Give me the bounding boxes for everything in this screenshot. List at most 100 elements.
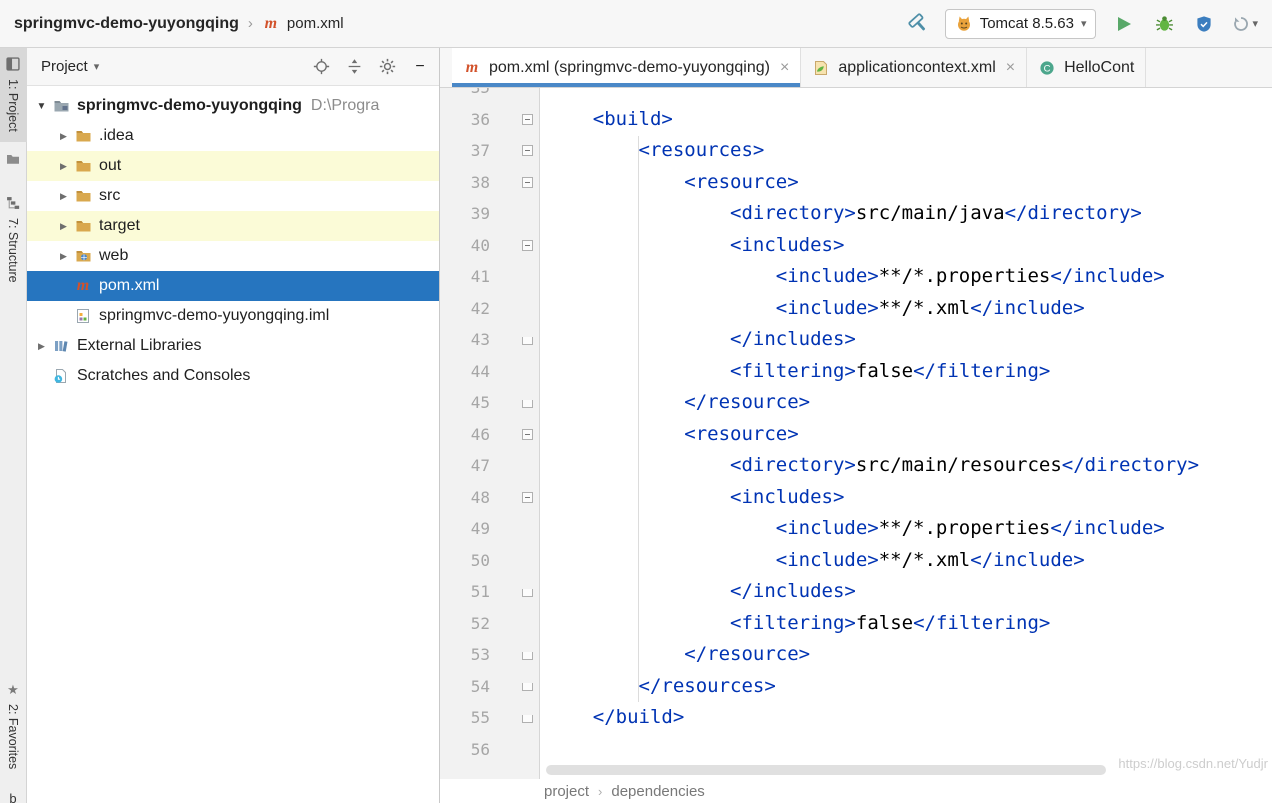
run-button[interactable] (1112, 11, 1136, 37)
tree-item-scratches-and-consoles[interactable]: Scratches and Consoles (27, 361, 439, 391)
code-line[interactable]: 55 </build> (440, 702, 1272, 734)
code-line[interactable]: 43 </includes> (440, 324, 1272, 356)
spring-icon (812, 59, 830, 77)
line-number: 42 (440, 299, 490, 318)
tree-item-target[interactable]: ▶target (27, 211, 439, 241)
tree-item-springmvc-demo-yuyongqing-iml[interactable]: springmvc-demo-yuyongqing.iml (27, 301, 439, 331)
code-editor[interactable]: 3536 <build>37 <resources>38 <resource>3… (440, 88, 1272, 779)
web-icon (73, 247, 93, 265)
code-text: </includes> (540, 324, 856, 356)
tool-tab-structure[interactable]: 7: Structure (0, 187, 27, 293)
expanded-arrow-icon[interactable]: ▼ (33, 101, 50, 112)
editor-area: mpom.xml (springmvc-demo-yuyongqing)×app… (440, 48, 1272, 803)
debug-button[interactable] (1152, 11, 1176, 37)
code-line[interactable]: 36 <build> (440, 104, 1272, 136)
line-number: 46 (440, 425, 490, 444)
fold-collapse-icon[interactable] (522, 492, 533, 503)
fold-end-icon[interactable] (522, 337, 533, 345)
editor-tab-applicationcontext-xml[interactable]: applicationcontext.xml × (801, 48, 1027, 87)
coverage-button[interactable] (1192, 11, 1216, 37)
gutter: 54 (440, 671, 540, 703)
tab-label: applicationcontext.xml (838, 59, 995, 77)
breadcrumb-project[interactable]: springmvc-demo-yuyongqing (14, 15, 239, 33)
code-line[interactable]: 48 <includes> (440, 482, 1272, 514)
code-line[interactable]: 39 <directory>src/main/java</directory> (440, 198, 1272, 230)
code-line[interactable]: 38 <resource> (440, 167, 1272, 199)
tool-button-folder-icon[interactable] (6, 152, 20, 171)
code-line[interactable]: 54 </resources> (440, 671, 1272, 703)
code-line[interactable]: 37 <resources> (440, 135, 1272, 167)
build-hammer-icon[interactable] (905, 11, 929, 37)
fold-collapse-icon[interactable] (522, 177, 533, 188)
close-icon[interactable]: × (1006, 59, 1015, 77)
collapsed-arrow-icon[interactable]: ▶ (55, 251, 72, 262)
tree-item-out[interactable]: ▶out (27, 151, 439, 181)
fold-collapse-icon[interactable] (522, 240, 533, 251)
tree-item-web[interactable]: ▶web (27, 241, 439, 271)
panel-dropdown-icon[interactable]: ▾ (94, 60, 100, 73)
code-line[interactable]: 52 <filtering>false</filtering> (440, 608, 1272, 640)
code-text: <build> (540, 104, 673, 136)
collapsed-arrow-icon[interactable]: ▶ (33, 341, 50, 352)
fold-end-icon[interactable] (522, 715, 533, 723)
project-tool-window-icon (4, 55, 22, 73)
code-text (540, 734, 547, 766)
fold-collapse-icon[interactable] (522, 114, 533, 125)
gutter: 51 (440, 576, 540, 608)
line-number: 56 (440, 740, 490, 759)
editor-tab-bar: mpom.xml (springmvc-demo-yuyongqing)×app… (440, 48, 1272, 88)
line-number: 45 (440, 393, 490, 412)
breadcrumb-dependencies[interactable]: dependencies (611, 783, 704, 800)
code-line[interactable]: 47 <directory>src/main/resources</direct… (440, 450, 1272, 482)
tree-item-external-libraries[interactable]: ▶External Libraries (27, 331, 439, 361)
gear-icon[interactable] (378, 58, 396, 76)
collapse-all-icon[interactable] (345, 58, 363, 76)
fold-end-icon[interactable] (522, 683, 533, 691)
collapsed-arrow-icon[interactable]: ▶ (55, 191, 72, 202)
tree-item-src[interactable]: ▶src (27, 181, 439, 211)
tree-item-idea[interactable]: ▶.idea (27, 121, 439, 151)
code-line[interactable]: 49 <include>**/*.properties</include> (440, 513, 1272, 545)
tree-item-springmvc-demo-yuyongqing[interactable]: ▼springmvc-demo-yuyongqingD:\Progra (27, 91, 439, 121)
collapsed-arrow-icon[interactable]: ▶ (55, 221, 72, 232)
code-text: <resource> (540, 419, 799, 451)
code-line[interactable]: 51 </includes> (440, 576, 1272, 608)
code-line[interactable]: 45 </resource> (440, 387, 1272, 419)
code-line[interactable]: 35 (440, 88, 1272, 104)
locate-file-icon[interactable] (312, 58, 330, 76)
tool-tab-favorites-label: 2: Favorites (6, 704, 20, 769)
tool-tab-favorites[interactable]: ★ 2: Favorites (0, 675, 27, 779)
code-line[interactable]: 42 <include>**/*.xml</include> (440, 293, 1272, 325)
code-line[interactable]: 41 <include>**/*.properties</include> (440, 261, 1272, 293)
editor-tab-pom-xml-springmvc-demo-yuyongqing[interactable]: mpom.xml (springmvc-demo-yuyongqing)× (452, 48, 801, 87)
gutter: 47 (440, 450, 540, 482)
run-configuration-select[interactable]: Tomcat 8.5.63 ▾ (945, 9, 1097, 39)
collapsed-arrow-icon[interactable]: ▶ (55, 131, 72, 142)
fold-end-icon[interactable] (522, 400, 533, 408)
gutter: 48 (440, 482, 540, 514)
folder-icon (73, 217, 93, 235)
code-line[interactable]: 46 <resource> (440, 419, 1272, 451)
tree-item-pom-xml[interactable]: mpom.xml (27, 271, 439, 301)
panel-title[interactable]: Project (41, 58, 88, 75)
code-line[interactable]: 40 <includes> (440, 230, 1272, 262)
profiler-button[interactable]: ▾ (1232, 11, 1258, 37)
horizontal-scrollbar[interactable] (546, 765, 1106, 775)
code-line[interactable]: 53 </resource> (440, 639, 1272, 671)
code-line[interactable]: 44 <filtering>false</filtering> (440, 356, 1272, 388)
editor-tab-hellocont[interactable]: CHelloCont (1027, 48, 1146, 87)
close-icon[interactable]: × (780, 59, 789, 77)
tool-tab-project[interactable]: 1: Project (0, 48, 27, 142)
maven-icon: m (73, 277, 93, 295)
code-text: </resources> (540, 671, 776, 703)
run-toolbar: Tomcat 8.5.63 ▾ ▾ (905, 9, 1258, 39)
hide-panel-icon[interactable]: − (411, 58, 429, 76)
code-line[interactable]: 50 <include>**/*.xml</include> (440, 545, 1272, 577)
breadcrumb-file[interactable]: pom.xml (287, 15, 344, 32)
fold-end-icon[interactable] (522, 589, 533, 597)
fold-end-icon[interactable] (522, 652, 533, 660)
fold-collapse-icon[interactable] (522, 145, 533, 156)
fold-collapse-icon[interactable] (522, 429, 533, 440)
collapsed-arrow-icon[interactable]: ▶ (55, 161, 72, 172)
breadcrumb-project[interactable]: project (544, 783, 589, 800)
